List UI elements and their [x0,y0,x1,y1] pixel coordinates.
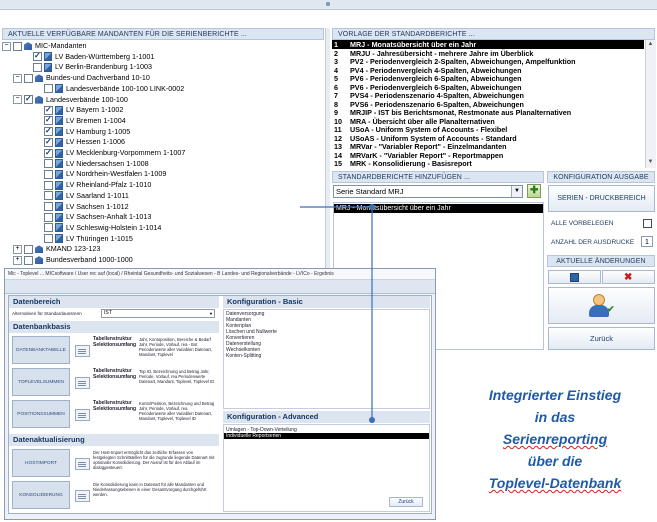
connector-dot-bottom [369,417,375,423]
callout-text: Integrierter Einstieg in das Serienrepor… [460,384,650,494]
callout-line-3: Serienreporting [502,431,608,447]
callout-line-4: über die [527,453,583,469]
callout-line-5: Toplevel-Datenbank [488,475,622,491]
callout-line-1: Integrierter Einstieg [488,387,622,403]
connector-dot-top [369,204,375,210]
callout-line-2: in das [534,409,576,425]
